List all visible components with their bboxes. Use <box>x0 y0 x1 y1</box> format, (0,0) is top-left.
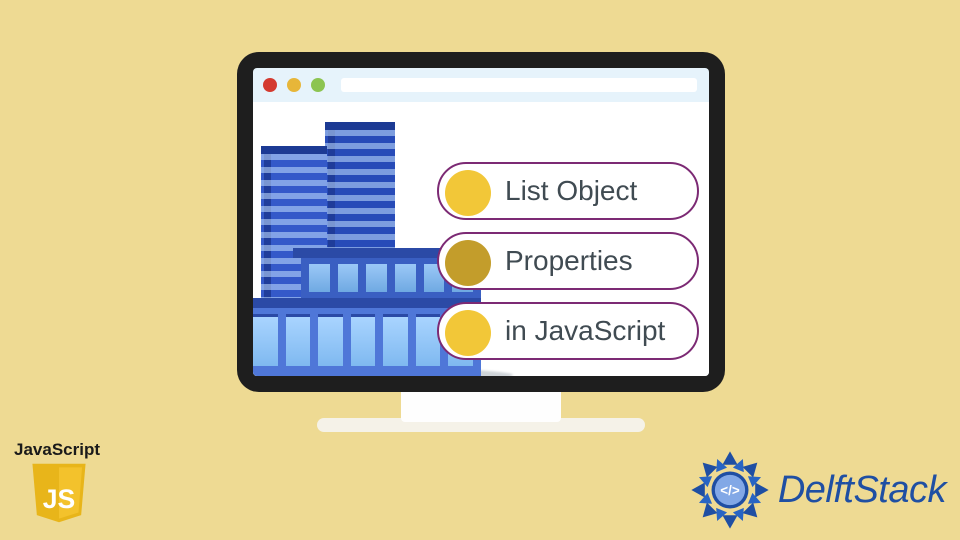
url-bar <box>341 78 697 92</box>
javascript-logo: JavaScript JS <box>14 440 112 528</box>
title-pills: List Object Properties in JavaScript <box>437 162 699 360</box>
title-pill-2: Properties <box>437 232 699 290</box>
monitor-frame: List Object Properties in JavaScript <box>237 52 725 392</box>
title-pill-1: List Object <box>437 162 699 220</box>
pill-bullet-icon <box>445 310 491 356</box>
pill-bullet-icon <box>445 170 491 216</box>
pill-bullet-icon <box>445 240 491 286</box>
traffic-light-red-icon <box>263 78 277 92</box>
traffic-light-green-icon <box>311 78 325 92</box>
javascript-logo-title: JavaScript <box>14 440 100 460</box>
delftstack-logo-icon: </> <box>688 448 772 532</box>
delftstack-brand-name: DelftStack <box>778 469 946 512</box>
monitor-illustration: List Object Properties in JavaScript <box>237 52 725 432</box>
title-pill-3: in JavaScript <box>437 302 699 360</box>
traffic-light-yellow-icon <box>287 78 301 92</box>
window-traffic-lights <box>263 78 325 92</box>
delftstack-brand: </> DelftStack <box>688 448 946 532</box>
svg-text:</>: </> <box>720 483 740 498</box>
pill-label: List Object <box>505 175 637 207</box>
pill-label: Properties <box>505 245 633 277</box>
browser-content-area: List Object Properties in JavaScript <box>253 102 709 376</box>
javascript-shield-icon: JS <box>28 462 90 524</box>
svg-text:JS: JS <box>43 484 76 514</box>
pill-label: in JavaScript <box>505 315 665 347</box>
monitor-screen: List Object Properties in JavaScript <box>253 68 709 376</box>
